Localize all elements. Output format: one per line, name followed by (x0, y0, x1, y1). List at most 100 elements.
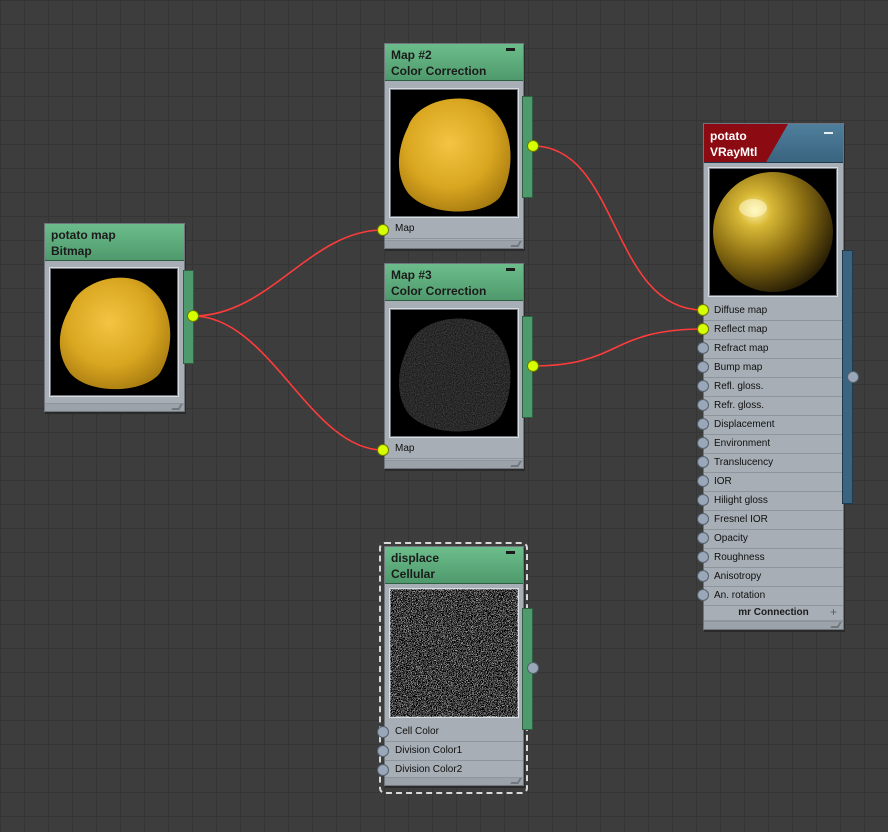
vray-slot-refl-gloss[interactable]: Refl. gloss. (704, 378, 843, 397)
cellular-node-header[interactable]: displace Cellular (385, 547, 523, 584)
vray-socket-refract-map[interactable] (697, 342, 709, 354)
map2-node-title: Map #2 (391, 48, 432, 62)
cellular-input-socket[interactable] (377, 764, 389, 776)
minimize-icon[interactable] (506, 268, 515, 271)
minimize-icon[interactable] (506, 551, 515, 554)
map3-input-slot[interactable]: Map (385, 440, 523, 459)
cellular-noise-image (390, 589, 518, 717)
wire-bitmap-to-map2 (192, 229, 384, 317)
vray-socket-environment[interactable] (697, 437, 709, 449)
vray-socket-displacement[interactable] (697, 418, 709, 430)
vray-slot-refr-gloss[interactable]: Refr. gloss. (704, 397, 843, 416)
mr-connection-rollout[interactable]: mr Connection + (704, 605, 843, 621)
vray-slot-label: An. rotation (714, 590, 766, 601)
wire-map2-to-diffuse (532, 145, 704, 311)
cellular-preview (389, 588, 519, 718)
map3-node-title: Map #3 (391, 268, 432, 282)
cellular-input-label: Cell Color (395, 726, 439, 737)
map3-preview (389, 308, 519, 438)
vray-slot-an-rotation[interactable]: An. rotation (704, 587, 843, 606)
bitmap-output-socket[interactable] (187, 310, 199, 322)
vray-socket-bump-map[interactable] (697, 361, 709, 373)
vray-socket-refl-gloss[interactable] (697, 380, 709, 392)
vray-slot-translucency[interactable]: Translucency (704, 454, 843, 473)
map2-input-slot[interactable]: Map (385, 220, 523, 239)
vray-slot-label: Roughness (714, 552, 765, 563)
cellular-input-label: Division Color2 (395, 764, 463, 775)
vray-slot-label: Bump map (714, 362, 763, 373)
vray-slot-refract-map[interactable]: Refract map (704, 340, 843, 359)
map2-input-label: Map (395, 223, 415, 234)
vray-slot-hilight-gloss[interactable]: Hilight gloss (704, 492, 843, 511)
vray-socket-reflect-map[interactable] (697, 323, 709, 335)
expand-plus-icon[interactable]: + (830, 605, 837, 619)
vray-slot-roughness[interactable]: Roughness (704, 549, 843, 568)
material-preview (708, 167, 838, 297)
vray-socket-refr-gloss[interactable] (697, 399, 709, 411)
map3-node[interactable]: Map #3 Color Correction Map (384, 263, 524, 469)
map2-node[interactable]: Map #2 Color Correction Map (384, 43, 524, 249)
vray-slot-label: Refl. gloss. (714, 381, 764, 392)
bitmap-node-footer (45, 403, 184, 411)
cellular-input-socket[interactable] (377, 726, 389, 738)
bitmap-preview (49, 267, 179, 397)
vray-socket-translucency[interactable] (697, 456, 709, 468)
vray-slot-ior[interactable]: IOR (704, 473, 843, 492)
map3-input-socket[interactable] (377, 444, 389, 456)
vraymtl-node-type: VRayMtl (710, 145, 758, 159)
mr-connection-label: mr Connection (738, 607, 809, 618)
cellular-input-socket[interactable] (377, 745, 389, 757)
vray-socket-an-rotation[interactable] (697, 589, 709, 601)
vray-slot-environment[interactable]: Environment (704, 435, 843, 454)
map2-node-footer (385, 240, 523, 248)
cellular-node-title: displace (391, 551, 440, 565)
map2-input-socket[interactable] (377, 224, 389, 236)
wire-map3-to-reflect (532, 328, 704, 367)
map3-output-socket[interactable] (527, 360, 539, 372)
vray-socket-opacity[interactable] (697, 532, 709, 544)
material-sphere-image (713, 172, 833, 292)
cellular-node-type: Cellular (391, 567, 436, 581)
vray-socket-anisotropy[interactable] (697, 570, 709, 582)
vray-slot-label: Environment (714, 438, 771, 449)
vraymtl-node-header[interactable]: potato VRayMtl (704, 124, 843, 163)
vray-socket-diffuse-map[interactable] (697, 304, 709, 316)
map2-node-type: Color Correction (391, 64, 487, 78)
vraymtl-output-socket[interactable] (847, 371, 859, 383)
vray-slot-diffuse-map[interactable]: Diffuse map (704, 302, 843, 321)
vray-socket-ior[interactable] (697, 475, 709, 487)
map2-output-socket[interactable] (527, 140, 539, 152)
vray-slot-opacity[interactable]: Opacity (704, 530, 843, 549)
vray-slot-label: Hilight gloss (714, 495, 768, 506)
map3-node-header[interactable]: Map #3 Color Correction (385, 264, 523, 301)
bitmap-node-title: potato map (51, 228, 116, 242)
vray-slot-bump-map[interactable]: Bump map (704, 359, 843, 378)
minimize-icon[interactable] (824, 132, 833, 134)
cellular-node[interactable]: displace Cellular Cell Color Division Co… (384, 546, 524, 786)
wire-bitmap-to-map3 (192, 315, 384, 451)
vray-slot-label: Anisotropy (714, 571, 762, 582)
bitmap-node-header[interactable]: potato map Bitmap (45, 224, 184, 261)
map3-input-label: Map (395, 443, 415, 454)
vray-slot-anisotropy[interactable]: Anisotropy (704, 568, 843, 587)
cellular-output-socket[interactable] (527, 662, 539, 674)
vray-slot-fresnel-ior[interactable]: Fresnel IOR (704, 511, 843, 530)
vraymtl-node[interactable]: potato VRayMtl Diffuse map Reflect map R… (703, 123, 844, 630)
vray-slot-label: Displacement (714, 419, 775, 430)
cellular-input-slot[interactable]: Cell Color (385, 723, 523, 742)
vray-slot-reflect-map[interactable]: Reflect map (704, 321, 843, 340)
bitmap-node-type: Bitmap (51, 244, 92, 258)
vraymtl-node-footer (704, 621, 843, 629)
potato-texture-image (59, 277, 171, 390)
vray-socket-roughness[interactable] (697, 551, 709, 563)
vray-socket-hilight-gloss[interactable] (697, 494, 709, 506)
minimize-icon[interactable] (506, 48, 515, 51)
map3-node-type: Color Correction (391, 284, 487, 298)
dark-noise-texture-image (398, 318, 511, 432)
vray-slot-label: Translucency (714, 457, 774, 468)
vray-socket-fresnel-ior[interactable] (697, 513, 709, 525)
vray-slot-displacement[interactable]: Displacement (704, 416, 843, 435)
cellular-input-slot[interactable]: Division Color1 (385, 742, 523, 761)
map2-node-header[interactable]: Map #2 Color Correction (385, 44, 523, 81)
bitmap-node[interactable]: potato map Bitmap (44, 223, 185, 412)
